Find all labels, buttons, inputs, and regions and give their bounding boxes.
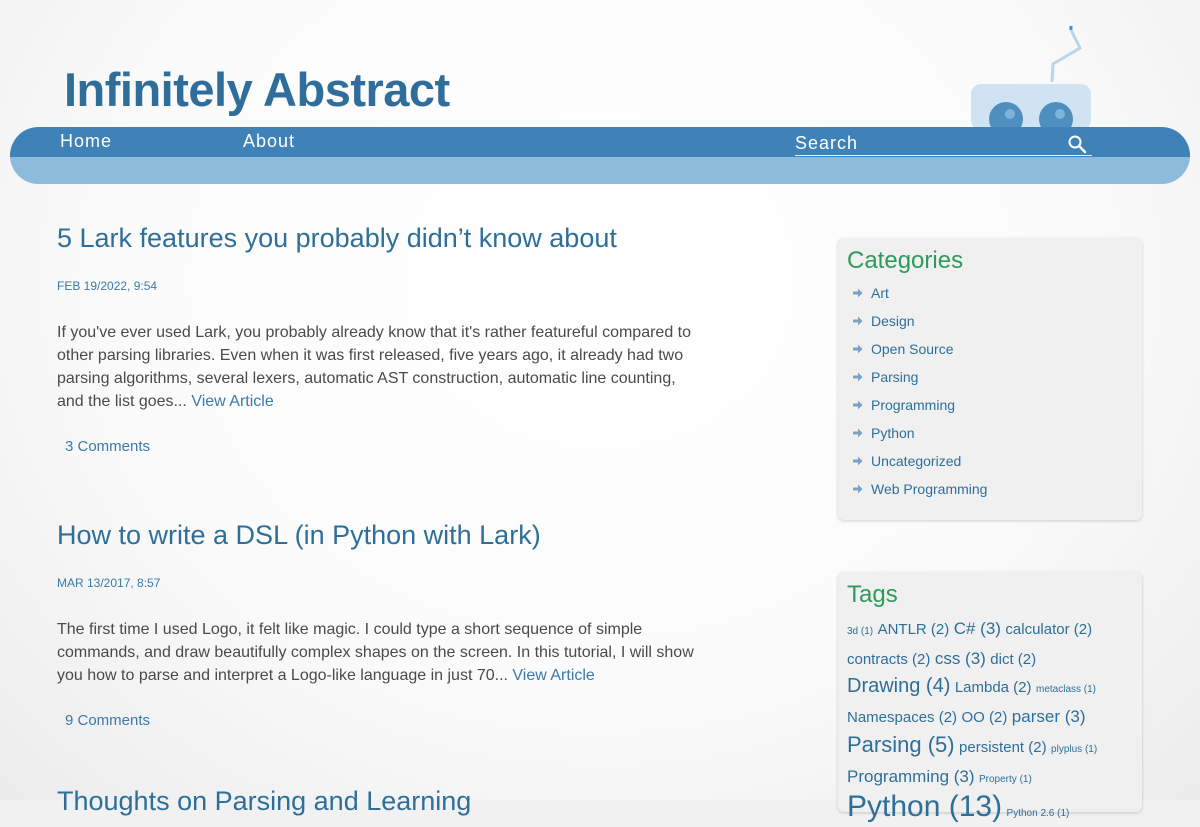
- tag-link[interactable]: Property (1): [979, 774, 1032, 785]
- tags-heading: Tags: [847, 581, 898, 608]
- category-list: Art Design Open Source Parsing Programming Py…: [838, 279, 1142, 503]
- arrow-right-icon: [853, 372, 863, 382]
- post-title-link[interactable]: Thoughts on Parsing and Learning: [57, 785, 707, 817]
- post-date: FEB 19/2022, 9:54: [57, 279, 158, 293]
- post-excerpt: If you've ever used Lark, you probably a…: [57, 321, 702, 413]
- post-title-link[interactable]: 5 Lark features you probably didn’t know…: [57, 222, 707, 254]
- tag-link[interactable]: Programming (3): [847, 767, 975, 786]
- search-box: [795, 133, 1092, 156]
- post-excerpt-text: If you've ever used Lark, you probably a…: [57, 324, 692, 410]
- post-excerpt: The first time I used Logo, it felt like…: [57, 618, 702, 687]
- categories-heading: Categories: [847, 247, 964, 274]
- category-link[interactable]: Uncategorized: [838, 447, 1142, 475]
- post-article: Thoughts on Parsing and Learning: [57, 785, 707, 817]
- tag-link[interactable]: Drawing (4): [847, 675, 950, 697]
- post-excerpt-text: The first time I used Logo, it felt like…: [57, 621, 694, 684]
- robot-mascot-logo: [971, 26, 1091, 130]
- category-label: Programming: [871, 397, 956, 413]
- category-label: Python: [871, 425, 915, 441]
- nav-about-link[interactable]: About: [243, 131, 295, 152]
- category-link[interactable]: Design: [838, 307, 1142, 335]
- category-label: Design: [871, 313, 915, 329]
- arrow-right-icon: [853, 316, 863, 326]
- tags-widget: Tags 3d (1) ANTLR (2) C# (3) calculator …: [838, 572, 1142, 822]
- tag-link[interactable]: persistent (2): [959, 739, 1047, 756]
- tag-link[interactable]: contracts (2): [847, 651, 930, 668]
- arrow-right-icon: [853, 400, 863, 410]
- tag-link[interactable]: dict (2): [990, 651, 1036, 668]
- tag-link[interactable]: C# (3): [954, 619, 1001, 638]
- search-icon[interactable]: [1067, 134, 1087, 154]
- tag-link[interactable]: Python (13): [847, 790, 1002, 823]
- category-link[interactable]: Programming: [838, 391, 1142, 419]
- category-link[interactable]: Web Programming: [838, 475, 1142, 503]
- tag-link[interactable]: Parsing (5): [847, 732, 955, 757]
- tag-link[interactable]: Python 2.6 (1): [1007, 808, 1070, 819]
- comments-link[interactable]: 3 Comments: [65, 438, 707, 455]
- post-article: 5 Lark features you probably didn’t know…: [57, 222, 707, 455]
- nav-home-link[interactable]: Home: [60, 131, 112, 152]
- tag-link[interactable]: OO (2): [962, 709, 1008, 726]
- tag-link[interactable]: ANTLR (2): [878, 621, 950, 638]
- categories-widget: Categories Art Design Open Source Parsing Pr…: [838, 238, 1142, 520]
- site-title[interactable]: Infinitely Abstract: [64, 62, 450, 117]
- category-label: Art: [871, 285, 889, 301]
- category-link[interactable]: Open Source: [838, 335, 1142, 363]
- arrow-right-icon: [853, 344, 863, 354]
- category-label: Uncategorized: [871, 453, 962, 469]
- tag-link[interactable]: Lambda (2): [955, 679, 1032, 696]
- category-link[interactable]: Python: [838, 419, 1142, 447]
- category-label: Open Source: [871, 341, 954, 357]
- tag-link[interactable]: metaclass (1): [1036, 684, 1096, 695]
- arrow-right-icon: [853, 428, 863, 438]
- tag-link[interactable]: parser (3): [1012, 707, 1086, 726]
- category-label: Parsing: [871, 369, 919, 385]
- post-date: MAR 13/2017, 8:57: [57, 576, 161, 590]
- post-article: How to write a DSL (in Python with Lark)…: [57, 519, 707, 729]
- view-article-link[interactable]: View Article: [191, 393, 273, 410]
- tag-link[interactable]: plyplus (1): [1051, 744, 1097, 755]
- tag-link[interactable]: Namespaces (2): [847, 709, 957, 726]
- category-label: Web Programming: [871, 481, 988, 497]
- search-input[interactable]: [795, 133, 1055, 153]
- category-link[interactable]: Parsing: [838, 363, 1142, 391]
- tag-link[interactable]: calculator (2): [1005, 621, 1092, 638]
- arrow-right-icon: [853, 484, 863, 494]
- comments-link[interactable]: 9 Comments: [65, 712, 707, 729]
- view-article-link[interactable]: View Article: [512, 667, 594, 684]
- arrow-right-icon: [853, 456, 863, 466]
- tag-link[interactable]: css (3): [935, 649, 986, 668]
- category-link[interactable]: Art: [838, 279, 1142, 307]
- tag-link[interactable]: 3d (1): [847, 626, 873, 637]
- arrow-right-icon: [853, 288, 863, 298]
- tag-cloud: 3d (1) ANTLR (2) C# (3) calculator (2) c…: [847, 615, 1134, 827]
- post-title-link[interactable]: How to write a DSL (in Python with Lark): [57, 519, 707, 551]
